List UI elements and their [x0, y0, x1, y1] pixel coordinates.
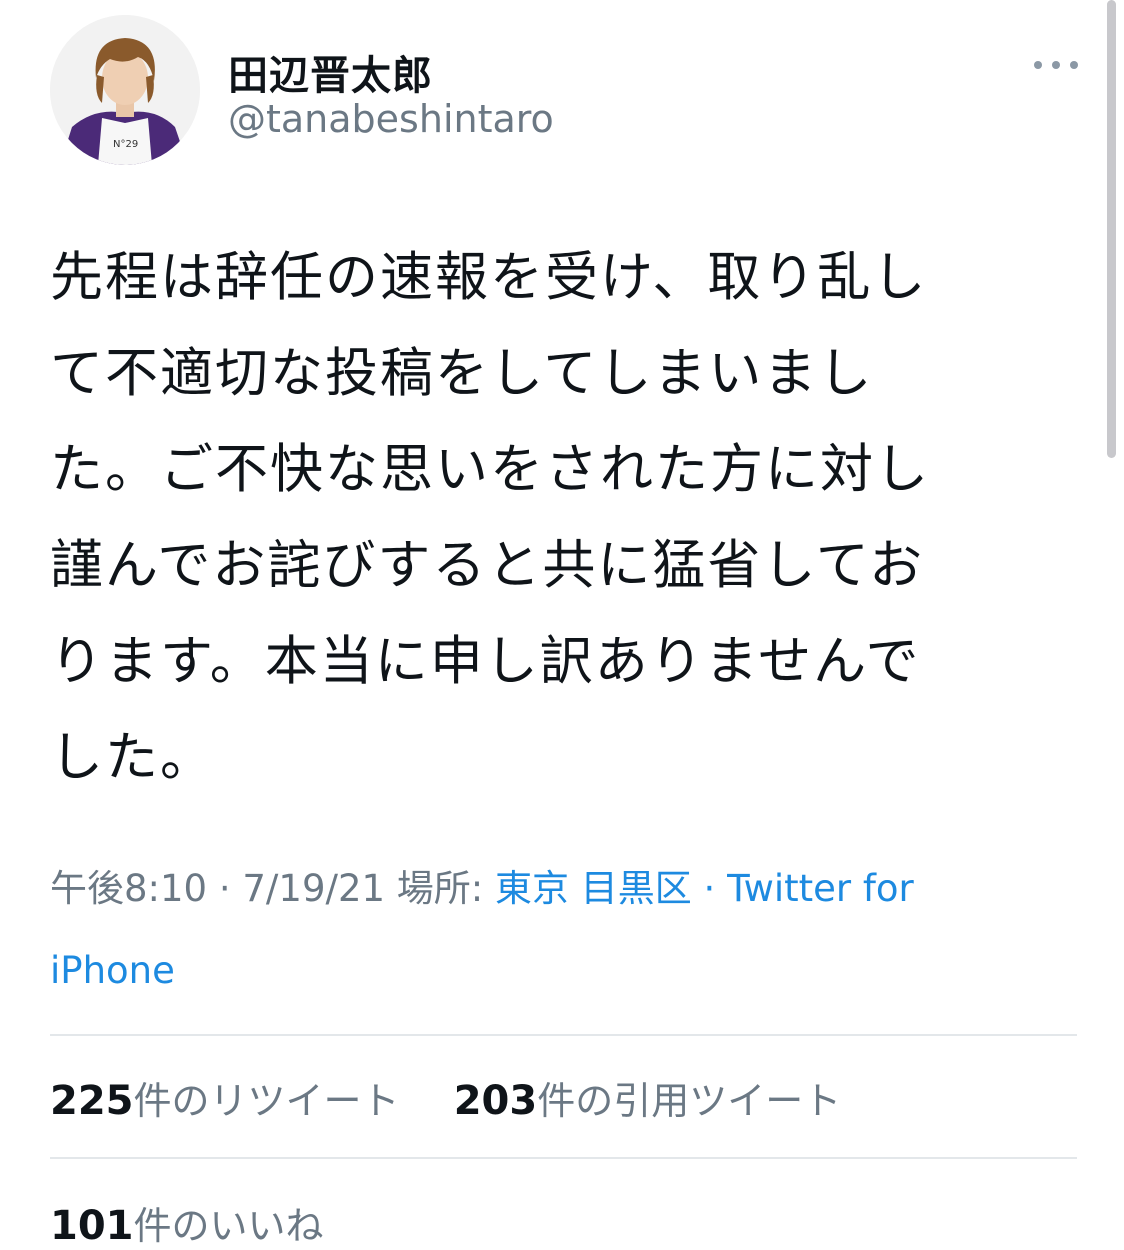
quotes-label: 件の引用ツイート	[537, 1079, 842, 1123]
tweet-header: N°29 田辺晋太郎 @tanabeshintaro	[50, 15, 1080, 165]
avatar-photo: N°29	[50, 15, 200, 165]
more-horizontal-icon[interactable]	[1032, 53, 1080, 77]
location-label: 場所:	[385, 867, 496, 910]
scrollbar[interactable]	[1107, 0, 1116, 458]
quotes-stat[interactable]: 203件の引用ツイート	[453, 1078, 842, 1124]
display-name[interactable]: 田辺晋太郎	[228, 43, 433, 101]
retweets-stat[interactable]: 225件のリツイート	[50, 1078, 400, 1124]
tweet-time[interactable]: 午後8:10	[50, 867, 207, 910]
meta-separator: ·	[207, 867, 243, 910]
likes-label: 件のいいね	[133, 1204, 324, 1248]
location-link[interactable]: 東京 目黒区	[495, 867, 692, 910]
tweet-detail-page: N°29 田辺晋太郎 @tanabeshintaro 先程は辞任の速報を受け、取…	[0, 0, 1124, 1250]
svg-text:N°29: N°29	[113, 139, 138, 150]
likes-count: 101	[50, 1203, 134, 1249]
tweet-date[interactable]: 7/19/21	[242, 867, 385, 910]
divider	[50, 1157, 1077, 1159]
quotes-count: 203	[453, 1078, 538, 1124]
user-handle[interactable]: @tanabeshintaro	[228, 97, 554, 141]
retweets-count: 225	[50, 1078, 134, 1124]
avatar[interactable]: N°29	[50, 15, 200, 165]
likes-stat[interactable]: 101件のいいね	[50, 1203, 324, 1249]
divider	[50, 1034, 1077, 1036]
stats-row: 225件のリツイート 203件の引用ツイート	[50, 1070, 841, 1125]
meta-separator: ·	[691, 867, 728, 910]
tweet-text: 先程は辞任の速報を受け、取り乱し て不適切な投稿をしてしまいまし た。ご不快な思…	[50, 247, 930, 788]
retweets-label: 件のリツイート	[133, 1079, 400, 1123]
tweet-meta: 午後8:10 · 7/19/21 場所: 東京 目黒区 · Twitter fo…	[50, 848, 1050, 1012]
likes-row: 101件のいいね	[50, 1195, 324, 1250]
